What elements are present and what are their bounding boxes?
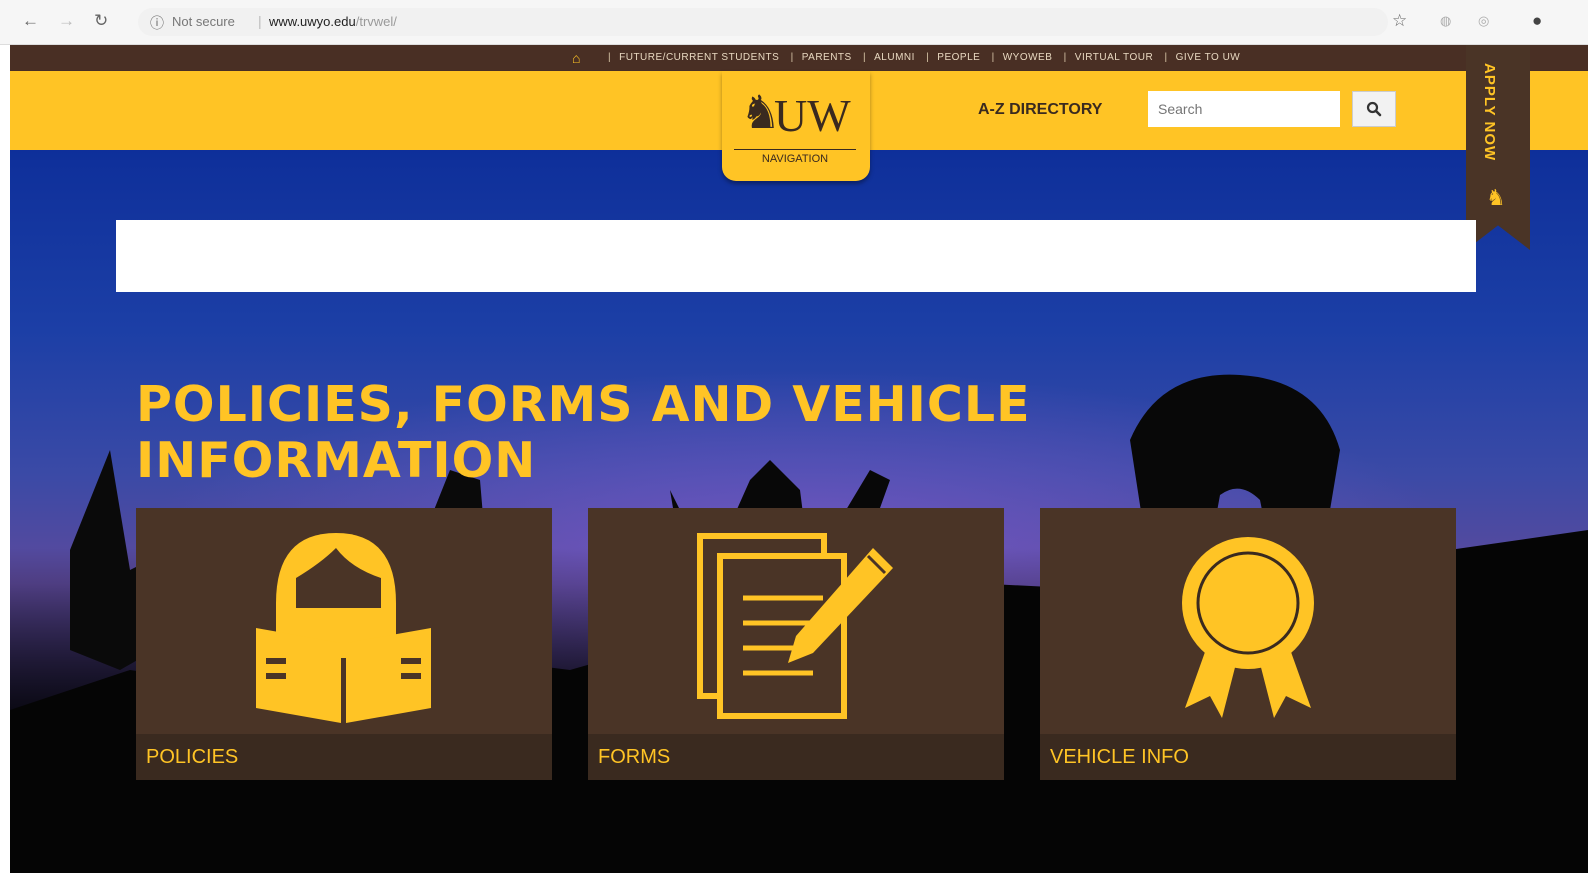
forward-icon[interactable]: → — [58, 11, 75, 31]
security-label: Not secure — [172, 14, 235, 29]
nav-link-give[interactable]: GIVE TO UW — [1176, 52, 1241, 63]
extension-icon[interactable]: ◍ — [1440, 11, 1451, 31]
info-icon[interactable]: ⓘ — [150, 13, 164, 33]
home-icon[interactable]: ⌂ — [572, 50, 580, 66]
address-bar[interactable]: ⓘ Not secure | www.uwyo.edu/trvwel/ — [138, 8, 1388, 36]
nav-link-people[interactable]: PEOPLE — [937, 52, 980, 63]
apply-now-label: APPLY NOW — [1481, 63, 1498, 162]
nav-link-wyoweb[interactable]: WYOWEB — [1003, 52, 1053, 63]
forms-pencil-icon — [697, 533, 893, 719]
navigation-label: NAVIGATION — [734, 149, 856, 168]
profile-icon[interactable]: ● — [1532, 11, 1542, 31]
award-ribbon-icon — [1182, 537, 1314, 718]
top-utility-nav: ⌂ | FUTURE/CURRENT STUDENTS | PARENTS | ALU… — [10, 45, 1588, 71]
browser-toolbar: ← → ↻ ⓘ Not secure | www.uwyo.edu/trvwel… — [0, 0, 1588, 45]
utility-links: | FUTURE/CURRENT STUDENTS | PARENTS | ALUMN… — [608, 52, 1241, 63]
alert-banner — [116, 220, 1476, 292]
site-page: ⌂ | FUTURE/CURRENT STUDENTS | PARENTS | ALU… — [10, 45, 1588, 873]
back-icon[interactable]: ← — [22, 11, 39, 31]
vehicle-info-label: VEHICLE INFO — [1040, 734, 1456, 780]
search-input[interactable] — [1148, 91, 1340, 127]
url-separator: | — [258, 13, 262, 29]
forms-label: FORMS — [588, 734, 1004, 780]
bookmark-star-icon[interactable]: ☆ — [1392, 11, 1407, 31]
policies-card[interactable]: POLICIES — [136, 508, 552, 780]
cowboy-horse-icon: ♞ — [1486, 185, 1506, 210]
az-directory-link[interactable]: A-Z DIRECTORY — [978, 101, 1102, 119]
nav-link-alumni[interactable]: ALUMNI — [874, 52, 915, 63]
url-text: www.uwyo.edu/trvwel/ — [269, 14, 397, 29]
search-icon — [1366, 101, 1382, 117]
nav-link-students[interactable]: FUTURE/CURRENT STUDENTS — [619, 52, 779, 63]
page-title: POLICIES, FORMS AND VEHICLE INFORMATION — [136, 376, 1031, 489]
search-button[interactable] — [1352, 91, 1396, 127]
uw-logo-navigation[interactable]: ♞ UW NAVIGATION — [722, 71, 870, 181]
nav-link-virtual-tour[interactable]: VIRTUAL TOUR — [1075, 52, 1153, 63]
extension-icon-2[interactable]: ◎ — [1478, 11, 1489, 31]
vehicle-info-card[interactable]: VEHICLE INFO — [1040, 508, 1456, 780]
reading-person-icon — [256, 533, 431, 723]
nav-link-parents[interactable]: PARENTS — [802, 52, 852, 63]
forms-card[interactable]: FORMS — [588, 508, 1004, 780]
logo-text: UW — [774, 90, 851, 141]
policies-label: POLICIES — [136, 734, 552, 780]
reload-icon[interactable]: ↻ — [94, 11, 108, 31]
